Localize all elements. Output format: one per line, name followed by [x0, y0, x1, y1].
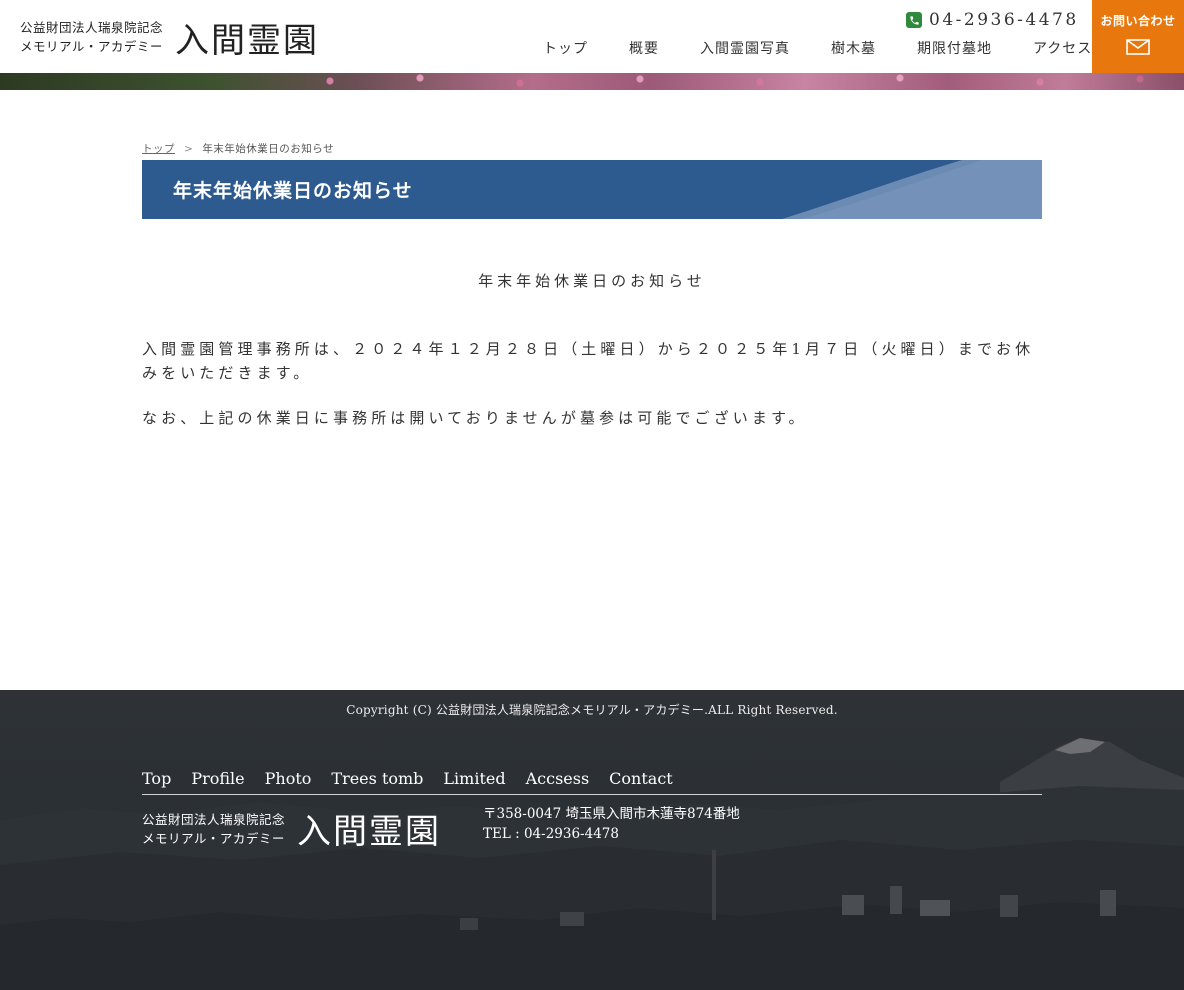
breadcrumb-separator: >	[184, 142, 194, 155]
logo-title: 入間霊園	[175, 20, 320, 61]
footer-divider	[142, 794, 1042, 795]
nav-item-tree-tomb[interactable]: 樹木墓	[831, 38, 876, 58]
article-body: 年末年始休業日のお知らせ 入間霊園管理事務所は、２０２４年１２月２８日（土曜日）…	[142, 268, 1042, 430]
footer-nav-trees-tomb[interactable]: Trees tomb	[331, 769, 423, 788]
breadcrumb: トップ > 年末年始休業日のお知らせ	[142, 141, 334, 156]
footer-copyright: Copyright (C) 公益財団法人瑞泉院記念メモリアル・アカデミー.ALL…	[346, 703, 838, 717]
header-phone[interactable]: 04-2936-4478	[906, 10, 1079, 30]
breadcrumb-home-link[interactable]: トップ	[142, 141, 175, 156]
page-title-bar: 年末年始休業日のお知らせ	[142, 160, 1042, 219]
article-paragraph: 入間霊園管理事務所は、２０２４年１２月２８日（土曜日）から２０２５年1月７日（火…	[142, 340, 1035, 382]
phone-icon	[906, 12, 922, 28]
footer-logo-sub-line2: メモリアル・アカデミー	[142, 830, 285, 846]
nav-item-limited-grave[interactable]: 期限付墓地	[917, 38, 992, 58]
site-footer: Copyright (C) 公益財団法人瑞泉院記念メモリアル・アカデミー.ALL…	[0, 690, 1184, 990]
footer-nav-top[interactable]: Top	[142, 769, 171, 788]
footer-logo-title: 入間霊園	[297, 812, 442, 852]
breadcrumb-current: 年末年始休業日のお知らせ	[202, 143, 335, 155]
footer-nav-contact[interactable]: Contact	[609, 769, 673, 788]
footer-nav-photo[interactable]: Photo	[265, 769, 312, 788]
header-phone-number: 04-2936-4478	[929, 10, 1079, 30]
footer-logo-sub-line1: 公益財団法人瑞泉院記念	[142, 811, 286, 827]
nav-item-top[interactable]: トップ	[543, 38, 588, 58]
footer-tel: TEL : 04-2936-4478	[483, 826, 619, 842]
logo-sub-line1: 公益財団法人瑞泉院記念	[20, 20, 164, 35]
contact-button[interactable]: お問い合わせ	[1092, 0, 1184, 73]
footer-address-block: 〒358-0047 埼玉県入間市木蓮寺874番地 TEL : 04-2936-4…	[483, 804, 740, 844]
footer-logo-subtitle: 公益財団法人瑞泉院記念 メモリアル・アカデミー	[142, 810, 285, 848]
footer-nav: Top Profile Photo Trees tomb Limited Acc…	[142, 769, 673, 788]
footer-logo[interactable]: 公益財団法人瑞泉院記念 メモリアル・アカデミー 入間霊園	[142, 804, 441, 853]
footer-nav-profile[interactable]: Profile	[191, 769, 244, 788]
logo-subtitle: 公益財団法人瑞泉院記念 メモリアル・アカデミー	[20, 18, 163, 56]
nav-item-access[interactable]: アクセス	[1033, 38, 1092, 58]
site-logo[interactable]: 公益財団法人瑞泉院記念 メモリアル・アカデミー 入間霊園	[20, 14, 330, 61]
article-paragraph: なお、上記の休業日に事務所は開いておりませんが墓参は可能でございます。	[142, 409, 808, 427]
nav-item-overview[interactable]: 概要	[629, 38, 659, 58]
main-nav: トップ 概要 入間霊園写真 樹木墓 期限付墓地 アクセス	[543, 38, 1092, 58]
footer-nav-limited[interactable]: Limited	[443, 769, 505, 788]
site-header: 公益財団法人瑞泉院記念 メモリアル・アカデミー 入間霊園 04-2936-447…	[0, 0, 1184, 73]
mail-icon	[1126, 39, 1150, 59]
hero-image-strip	[0, 73, 1184, 90]
footer-nav-access[interactable]: Accsess	[526, 769, 590, 788]
nav-item-photos[interactable]: 入間霊園写真	[700, 38, 790, 58]
contact-button-label: お問い合わせ	[1100, 14, 1176, 28]
logo-sub-line2: メモリアル・アカデミー	[20, 39, 163, 54]
footer-address: 〒358-0047 埼玉県入間市木蓮寺874番地	[483, 806, 740, 822]
page-title: 年末年始休業日のお知らせ	[173, 180, 413, 202]
article-heading: 年末年始休業日のお知らせ	[478, 272, 706, 290]
